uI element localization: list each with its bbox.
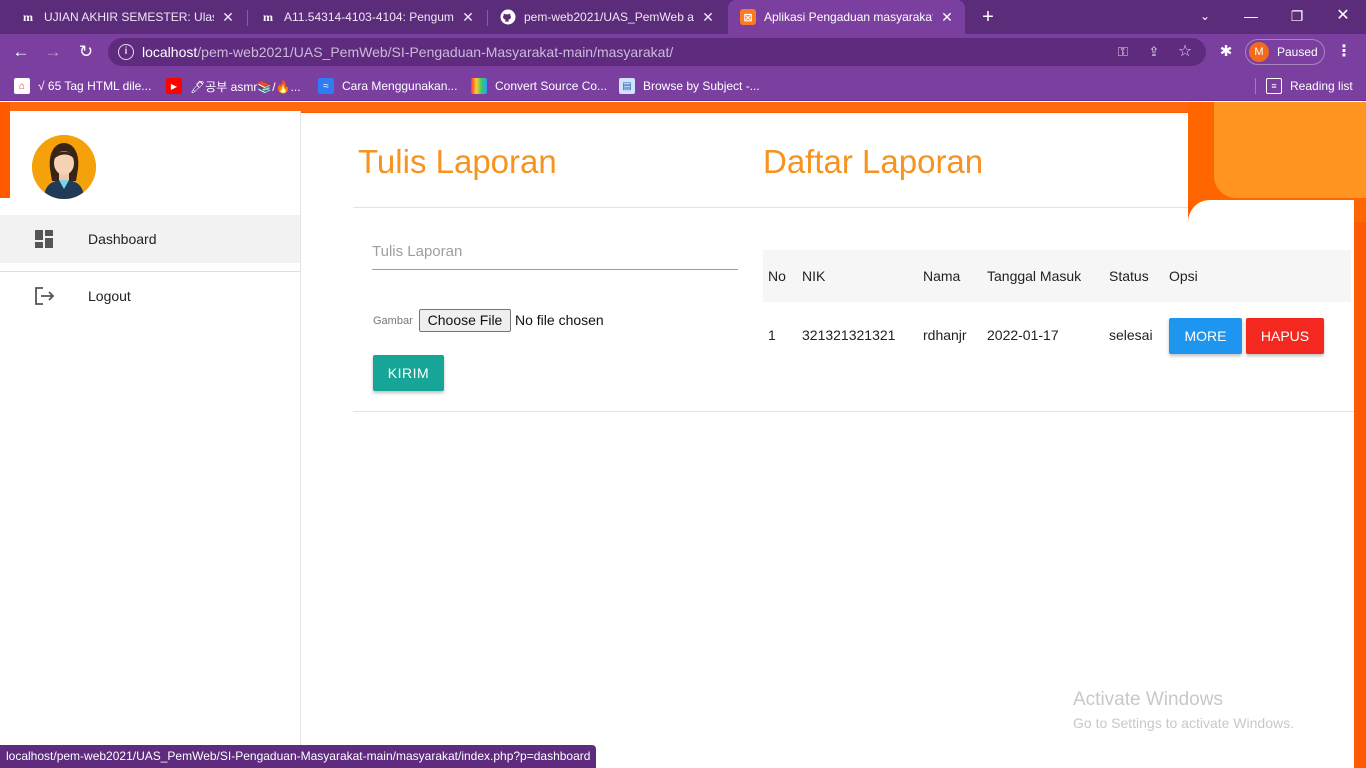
sidebar-item-logout[interactable]: Logout: [0, 272, 300, 320]
profile-status: Paused: [1277, 45, 1318, 59]
sidebar-item-label: Dashboard: [88, 231, 157, 247]
avatar: [32, 135, 96, 199]
browser-tab[interactable]: pem-web2021/UAS_PemWeb at m ✕: [488, 0, 726, 34]
bookmark-star-icon[interactable]: ☆: [1176, 43, 1194, 61]
document-icon: ▤: [619, 78, 635, 94]
close-tab-icon[interactable]: ✕: [460, 9, 476, 26]
tab-title: Aplikasi Pengaduan masyarakat: [764, 10, 933, 24]
bookmark-item[interactable]: ▤ Browse by Subject -...: [619, 76, 760, 96]
main-content-extension: [1188, 222, 1354, 768]
new-tab-icon[interactable]: +: [976, 4, 1000, 30]
form-title: Tulis Laporan: [358, 143, 557, 180]
cell-nik: 321321321321: [802, 327, 896, 343]
reading-list-button[interactable]: ≡ Reading list: [1266, 76, 1353, 96]
report-text-input[interactable]: [372, 234, 738, 270]
close-window-icon[interactable]: ✕: [1320, 0, 1366, 34]
xampp-icon: ⊠: [740, 9, 756, 25]
delete-button[interactable]: HAPUS: [1246, 318, 1324, 354]
column-header: Tanggal Masuk: [987, 268, 1082, 284]
logout-icon: [34, 286, 55, 306]
more-button[interactable]: MORE: [1169, 318, 1242, 354]
tab-title: UJIAN AKHIR SEMESTER: Ulasan pe: [44, 10, 214, 24]
extensions-icon[interactable]: ✱: [1216, 42, 1236, 62]
content-divider: [353, 411, 1354, 412]
sidebar-accent: [0, 102, 10, 198]
avatar: M: [1249, 42, 1269, 62]
forward-icon[interactable]: →: [41, 40, 65, 64]
reading-list-icon: ≡: [1266, 78, 1282, 94]
close-tab-icon[interactable]: ✕: [220, 9, 236, 26]
bookmarks-bar: ⌂ √ 65 Tag HTML dile... ▶ 🖊공부 asmr📚/🔥...…: [0, 70, 1366, 101]
header-divider: [353, 207, 1188, 208]
sidebar: [10, 111, 301, 768]
cell-tanggal: 2022-01-17: [987, 327, 1059, 343]
share-icon[interactable]: ⇪: [1145, 43, 1163, 61]
dashboard-icon: [34, 229, 54, 249]
rainbow-icon: [471, 78, 487, 94]
reports-title: Daftar Laporan: [763, 143, 984, 180]
close-tab-icon[interactable]: ✕: [700, 9, 716, 26]
key-icon[interactable]: ⚿: [1114, 43, 1132, 61]
column-header: No: [768, 268, 786, 284]
column-header: Status: [1109, 268, 1149, 284]
file-field-label: Gambar: [373, 315, 413, 327]
content-corner: [1188, 200, 1354, 230]
bookmark-item[interactable]: ≈ Cara Menggunakan...: [318, 76, 457, 96]
github-icon: [500, 9, 516, 25]
column-header: Opsi: [1169, 268, 1198, 284]
browser-tab-active[interactable]: ⊠ Aplikasi Pengaduan masyarakat ✕: [728, 0, 965, 34]
bookmark-item[interactable]: ▶ 🖊공부 asmr📚/🔥...: [166, 76, 301, 96]
browser-menu-icon[interactable]: ⋮: [1336, 40, 1352, 64]
user-avatar-icon: [32, 135, 96, 199]
activation-watermark-text: Go to Settings to activate Windows.: [1073, 715, 1294, 731]
close-tab-icon[interactable]: ✕: [939, 9, 955, 26]
cell-status: selesai: [1109, 327, 1153, 343]
bookmark-item[interactable]: ⌂ √ 65 Tag HTML dile...: [14, 76, 151, 96]
bookmark-item[interactable]: Convert Source Co...: [471, 76, 607, 96]
youtube-icon: ▶: [166, 78, 182, 94]
address-bar[interactable]: i localhost/pem-web2021/UAS_PemWeb/SI-Pe…: [108, 38, 1206, 66]
restore-icon[interactable]: ❐: [1274, 0, 1320, 34]
back-icon[interactable]: ←: [9, 40, 33, 64]
moodle-icon: m: [23, 9, 33, 24]
reload-icon[interactable]: ↻: [74, 40, 98, 64]
main-content: [301, 113, 1188, 768]
choose-file-button[interactable]: Choose File: [419, 309, 511, 332]
home-icon: ⌂: [14, 78, 30, 94]
browser-tab[interactable]: m UJIAN AKHIR SEMESTER: Ulasan pe ✕: [8, 0, 246, 34]
wave-icon: ≈: [318, 78, 334, 94]
activation-watermark-title: Activate Windows: [1073, 689, 1223, 710]
site-info-icon[interactable]: i: [118, 44, 134, 60]
sidebar-item-label: Logout: [88, 288, 131, 304]
column-header: NIK: [802, 268, 826, 284]
bookmark-separator: [1255, 78, 1256, 94]
sidebar-item-dashboard[interactable]: Dashboard: [0, 215, 300, 263]
submit-button[interactable]: KIRIM: [373, 355, 444, 391]
browser-tab-bar: m UJIAN AKHIR SEMESTER: Ulasan pe ✕ m A1…: [0, 0, 1366, 34]
cell-no: 1: [768, 327, 776, 343]
column-header: Nama: [923, 268, 961, 284]
moodle-icon: m: [263, 9, 273, 24]
browser-toolbar: ← → ↻ i localhost/pem-web2021/UAS_PemWeb…: [0, 34, 1366, 70]
profile-button[interactable]: M Paused: [1245, 39, 1325, 65]
tab-title: pem-web2021/UAS_PemWeb at m: [524, 10, 694, 24]
tab-title: A11.54314-4103-4104: Pengumpu: [284, 10, 454, 24]
browser-tab[interactable]: m A11.54314-4103-4104: Pengumpu ✕: [248, 0, 486, 34]
url-text: localhost/pem-web2021/UAS_PemWeb/SI-Peng…: [142, 44, 674, 60]
tab-search-icon[interactable]: ⌄: [1182, 0, 1228, 34]
cell-nama: rdhanjr: [923, 327, 967, 343]
minimize-icon[interactable]: —: [1228, 0, 1274, 34]
link-status-bar: localhost/pem-web2021/UAS_PemWeb/SI-Peng…: [0, 745, 597, 768]
decor-corner-inner: [1214, 102, 1366, 198]
file-status-text: No file chosen: [515, 312, 604, 328]
